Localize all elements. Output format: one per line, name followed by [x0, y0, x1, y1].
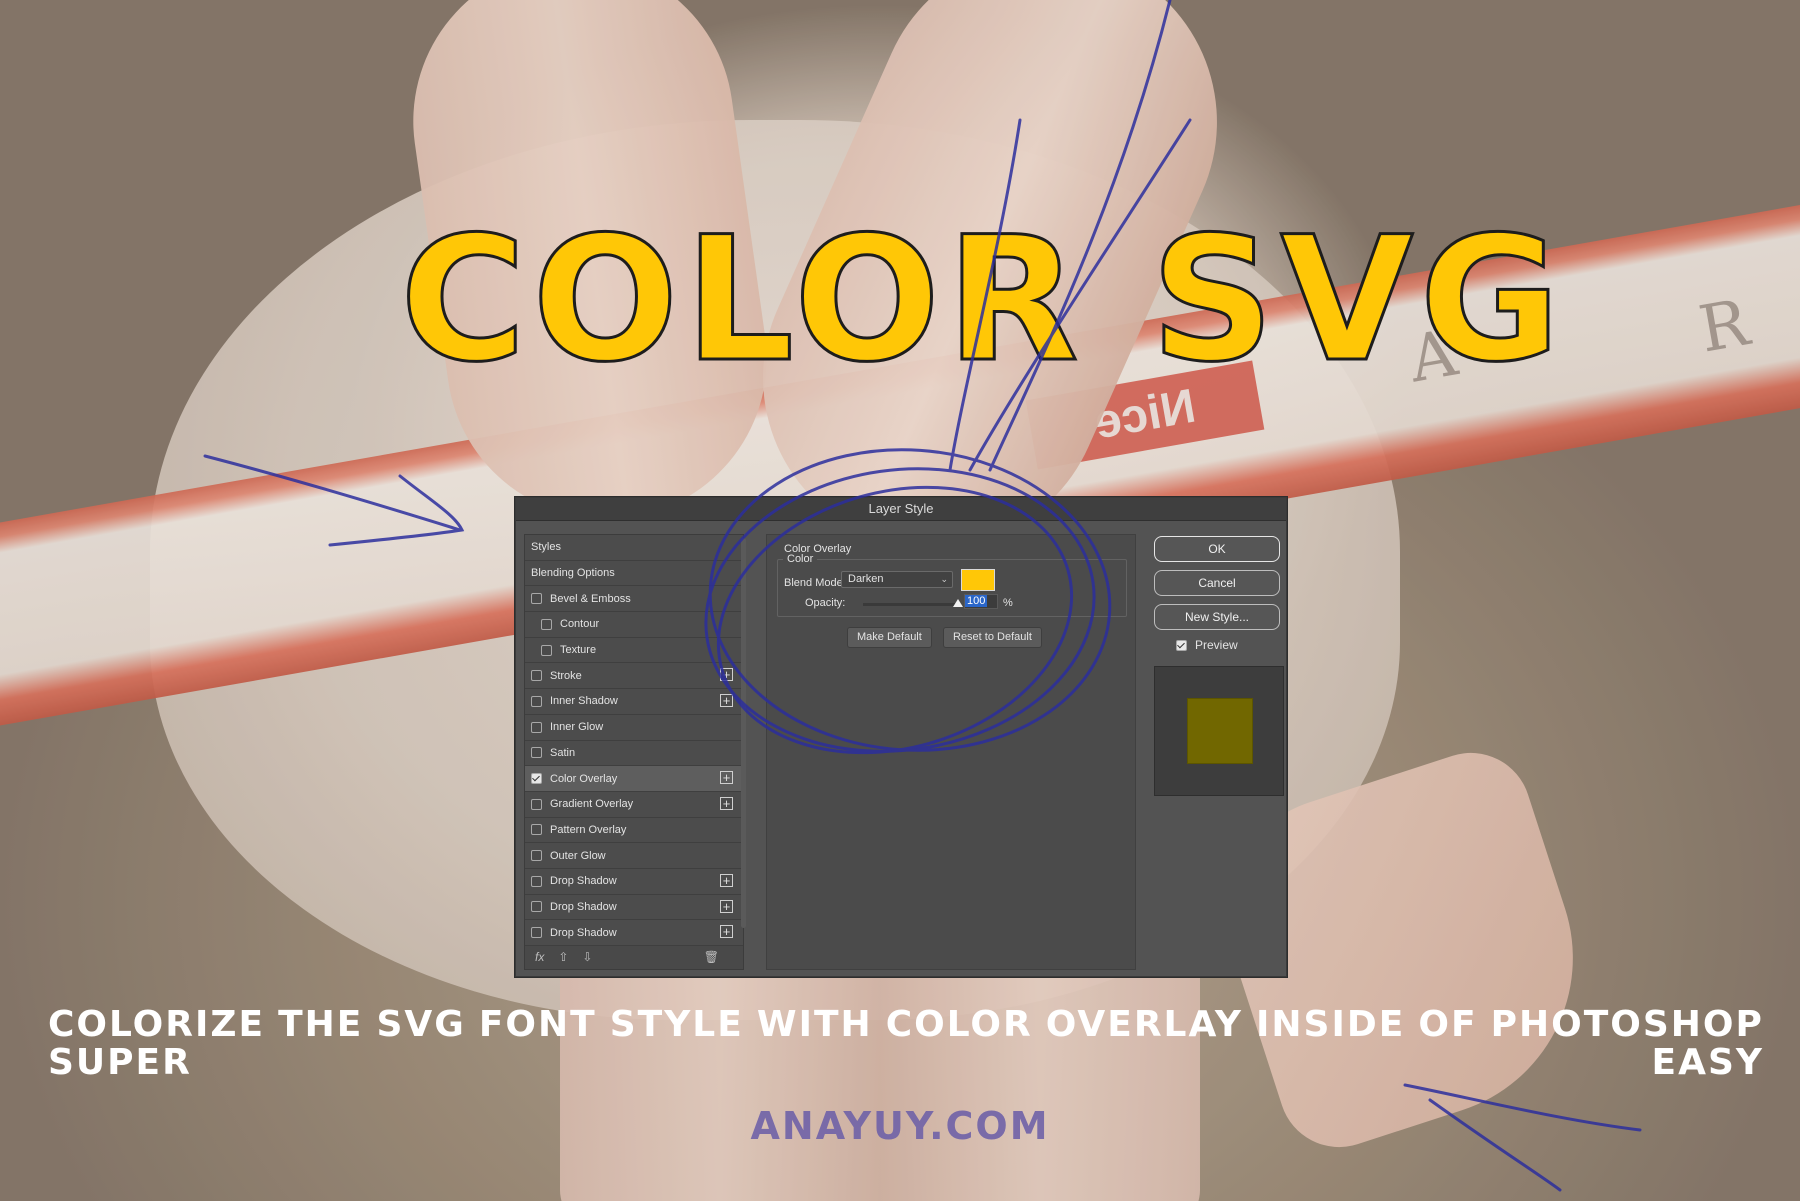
caption-line-2: SUPER EASY: [48, 1044, 1764, 1082]
caption-word: STYLE: [609, 1004, 744, 1045]
caption-word: THE: [278, 1004, 364, 1045]
watermark: ANAYUY.COM: [750, 1104, 1050, 1148]
caption-word-super: SUPER: [48, 1042, 192, 1083]
caption: COLORIZE THE SVG FONT STYLE WITH COLOR OVERLAY I…: [48, 1006, 1764, 1082]
scribble-line-a: [948, 118, 1022, 472]
scribble-line-c: [968, 118, 1192, 472]
scribble-arrow-left: [203, 454, 465, 547]
scribble-circle-1: [704, 467, 1096, 753]
caption-word: INSIDE: [1256, 1004, 1406, 1045]
caption-word: OVERLAY: [1045, 1004, 1243, 1045]
scribble-line-b: [988, 0, 1172, 472]
caption-word: PHOTOSHOP: [1490, 1004, 1764, 1045]
caption-word-easy: EASY: [1651, 1042, 1764, 1083]
scribble-circle-3: [708, 448, 1112, 752]
caption-word: FONT: [478, 1004, 597, 1045]
caption-line-1: COLORIZE THE SVG FONT STYLE WITH COLOR OVERLAY I…: [48, 1006, 1764, 1044]
caption-word: WITH: [756, 1004, 873, 1045]
caption-word: SVG: [376, 1004, 466, 1045]
scribble-circle-2: [716, 485, 1074, 755]
caption-word: COLORIZE: [48, 1004, 266, 1045]
caption-word: COLOR: [885, 1004, 1033, 1045]
caption-word: OF: [1418, 1004, 1478, 1045]
